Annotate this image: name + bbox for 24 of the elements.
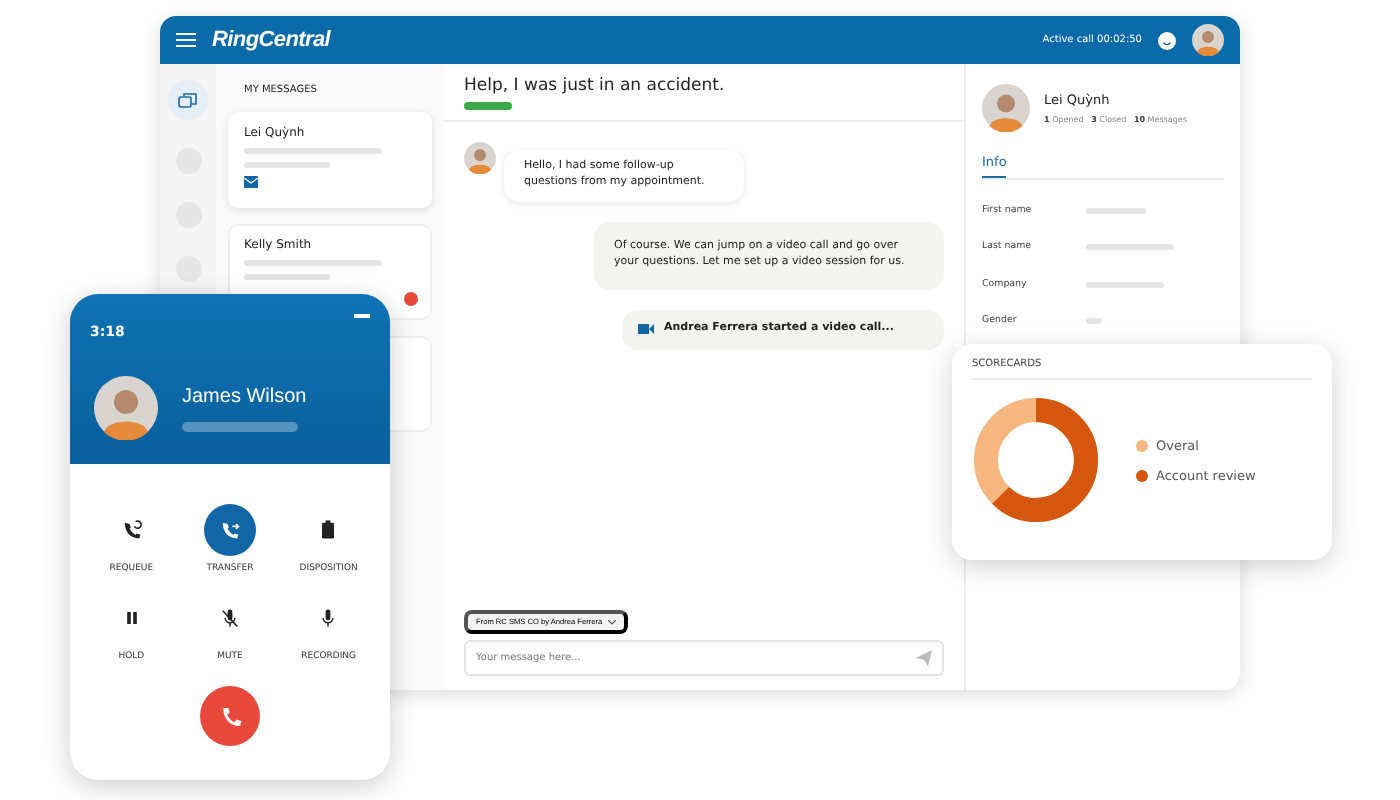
menu-icon[interactable] (176, 32, 196, 48)
end-call-button[interactable] (200, 686, 260, 746)
caller-name: James Wilson (182, 385, 307, 407)
chat-icon[interactable] (168, 80, 208, 120)
avatar-icon (464, 142, 496, 174)
transfer-icon (217, 518, 242, 542)
alert-badge-icon (404, 292, 418, 306)
minimize-icon[interactable] (354, 314, 370, 318)
mute-icon (217, 606, 242, 630)
send-icon[interactable] (916, 650, 932, 666)
avatar-icon (982, 84, 1030, 132)
chevron-down-icon (608, 619, 617, 625)
smiley-icon[interactable] (1158, 31, 1176, 49)
avatar-icon (94, 376, 158, 440)
envelope-icon (244, 176, 258, 188)
video-camera-icon (638, 324, 654, 335)
requeue-icon (119, 518, 144, 542)
avatar-icon (1192, 24, 1224, 56)
logo: RingCentral (212, 28, 331, 52)
conversation-title: Help, I was just in an accident. (464, 76, 727, 96)
placeholder-bar (182, 421, 298, 431)
phone-icon (217, 703, 243, 729)
donut-chart-drawing (972, 396, 1100, 524)
status-tag (464, 102, 512, 110)
